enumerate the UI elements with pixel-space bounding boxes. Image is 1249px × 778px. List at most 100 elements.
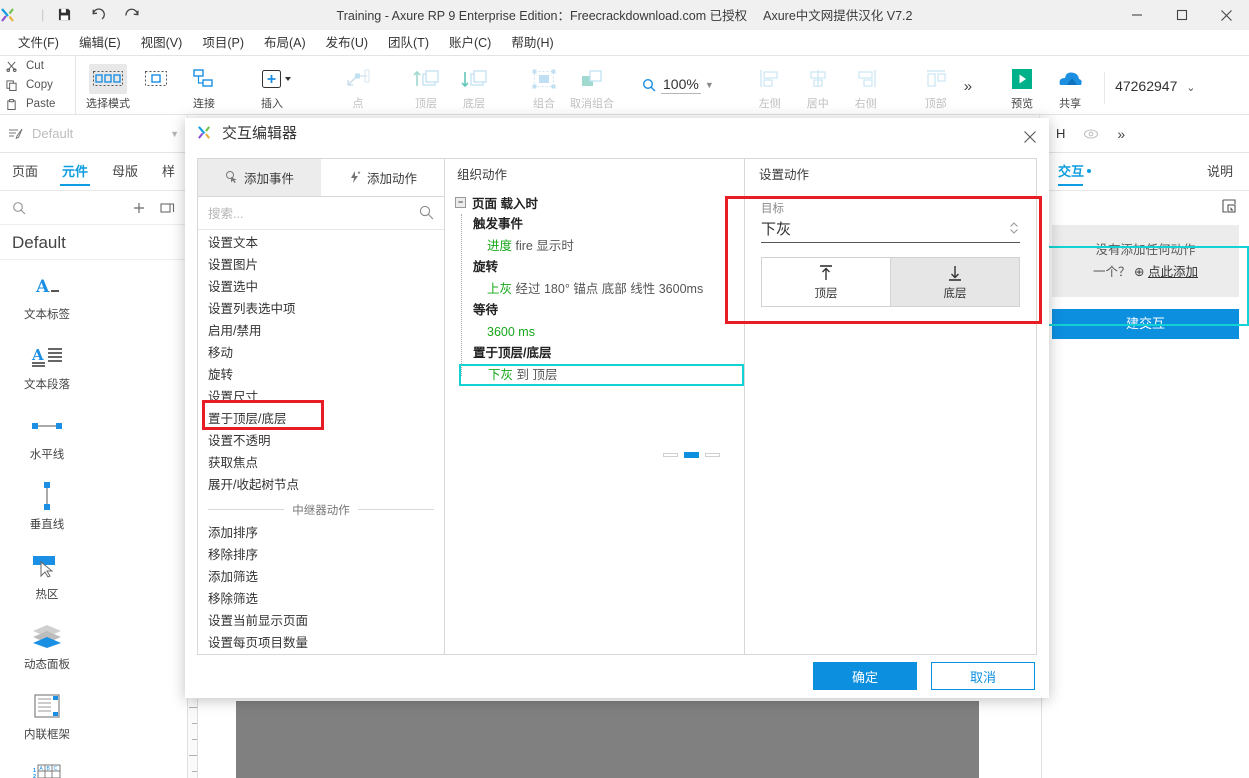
widget-search-row[interactable] bbox=[0, 191, 187, 225]
tab-add-event[interactable]: 添加事件 bbox=[198, 158, 321, 196]
group-button[interactable]: 组合 bbox=[520, 62, 568, 111]
widget-text-label[interactable]: A 文本标签 bbox=[0, 260, 94, 330]
align-top-button[interactable]: 顶部 bbox=[912, 62, 960, 111]
account-button[interactable]: 47262947 ⌄ bbox=[1115, 62, 1195, 94]
repeater-action-item[interactable]: 设置当前显示页面 bbox=[198, 610, 444, 632]
insert-button[interactable]: 插入 bbox=[250, 62, 306, 111]
align-left-button[interactable]: 左侧 bbox=[746, 62, 794, 111]
repeater-action-item[interactable]: 移除筛选 bbox=[198, 588, 444, 610]
widget-horizontal-line[interactable]: 水平线 bbox=[0, 400, 94, 470]
action-item[interactable]: 旋转 bbox=[198, 364, 444, 386]
widget-hotspot[interactable]: 热区 bbox=[0, 540, 94, 610]
tree-node[interactable]: 3600 ms bbox=[473, 321, 744, 343]
chevron-down-icon[interactable]: ▼ bbox=[705, 80, 714, 90]
menu-team[interactable]: 团队(T) bbox=[378, 30, 439, 56]
action-item[interactable]: 设置文本 bbox=[198, 232, 444, 254]
menu-project[interactable]: 项目(P) bbox=[192, 30, 254, 56]
cancel-button[interactable]: 取消 bbox=[931, 662, 1035, 691]
menu-account[interactable]: 账户(C) bbox=[439, 30, 501, 56]
action-item[interactable]: 设置尺寸 bbox=[198, 386, 444, 408]
library-options-icon[interactable] bbox=[160, 201, 175, 215]
repeater-action-item[interactable]: 设置每页项目数量 bbox=[198, 632, 444, 654]
canvas-page[interactable] bbox=[236, 701, 979, 778]
action-item[interactable]: 移动 bbox=[198, 342, 444, 364]
zoom-value[interactable]: 100% bbox=[661, 76, 701, 94]
ungroup-button[interactable]: 取消组合 bbox=[568, 62, 616, 111]
tab-notes[interactable]: 说明 bbox=[1207, 153, 1233, 191]
redo-icon[interactable] bbox=[115, 1, 149, 29]
zoom-control[interactable]: 100% ▼ bbox=[642, 62, 714, 94]
action-item[interactable]: 设置列表选中项 bbox=[198, 298, 444, 320]
ok-button[interactable]: 确定 bbox=[813, 662, 917, 691]
sidebar-tab-styles[interactable]: 样 bbox=[150, 153, 187, 191]
tree-pager[interactable] bbox=[663, 451, 720, 458]
toolbar-overflow-button[interactable]: » bbox=[960, 62, 976, 95]
connect-button[interactable]: 连接 bbox=[180, 62, 228, 111]
target-select[interactable]: 下灰 bbox=[761, 218, 1020, 243]
repeater-action-item[interactable]: 添加筛选 bbox=[198, 566, 444, 588]
save-icon[interactable] bbox=[47, 1, 81, 29]
menu-file[interactable]: 文件(F) bbox=[8, 30, 69, 56]
selection-target-icon[interactable] bbox=[1221, 198, 1237, 214]
action-item[interactable]: 获取焦点 bbox=[198, 452, 444, 474]
tree-node[interactable]: 进度 fire 显示时 bbox=[473, 235, 744, 257]
tab-add-action[interactable]: 添加动作 bbox=[321, 159, 444, 196]
action-item[interactable]: 设置不透明 bbox=[198, 430, 444, 452]
stepper-icon[interactable] bbox=[1008, 220, 1020, 236]
add-library-icon[interactable] bbox=[132, 201, 146, 215]
tab-interactions[interactable]: 交互 bbox=[1058, 153, 1092, 191]
action-search-row[interactable]: 搜索... bbox=[198, 197, 444, 230]
select-mode-alt-button[interactable] bbox=[132, 62, 180, 107]
minimize-icon[interactable] bbox=[1114, 0, 1159, 30]
bring-front-button[interactable]: 顶层 bbox=[402, 62, 450, 111]
pager-dot[interactable] bbox=[663, 452, 678, 457]
collapse-icon[interactable]: − bbox=[455, 197, 466, 209]
widget-inline-frame[interactable]: 内联框架 bbox=[0, 680, 94, 750]
menu-help[interactable]: 帮助(H) bbox=[501, 30, 563, 56]
stylebar-overflow-button[interactable]: » bbox=[1117, 126, 1125, 142]
style-selector[interactable]: Default ▼ bbox=[0, 114, 188, 153]
menu-layout[interactable]: 布局(A) bbox=[254, 30, 316, 56]
copy-button[interactable]: Copy bbox=[6, 76, 75, 95]
widget-vertical-line[interactable]: 垂直线 bbox=[0, 470, 94, 540]
action-item[interactable]: 启用/禁用 bbox=[198, 320, 444, 342]
action-item-bring-to-front-back[interactable]: 置于顶层/底层 bbox=[198, 408, 444, 430]
widget-repeater[interactable]: ABC 123 中继器 bbox=[0, 750, 94, 778]
action-item[interactable]: 设置选中 bbox=[198, 276, 444, 298]
widget-dynamic-panel[interactable]: 动态面板 bbox=[0, 610, 94, 680]
sidebar-tab-pages[interactable]: 页面 bbox=[0, 153, 50, 191]
tree-node[interactable]: 上灰 经过 180° 锚点 底部 线性 3600ms bbox=[473, 278, 744, 300]
repeater-action-item[interactable]: 添加排序 bbox=[198, 522, 444, 544]
select-mode-button[interactable]: 选择模式 bbox=[84, 62, 132, 111]
repeater-action-item[interactable]: 移除排序 bbox=[198, 544, 444, 566]
dialog-close-icon[interactable] bbox=[1019, 126, 1041, 148]
eye-icon[interactable] bbox=[1083, 128, 1099, 140]
send-back-button[interactable]: 底层 bbox=[450, 62, 498, 111]
sidebar-tab-widgets[interactable]: 元件 bbox=[50, 153, 100, 191]
undo-icon[interactable] bbox=[81, 1, 115, 29]
pager-dot[interactable] bbox=[705, 452, 720, 457]
pager-dot-active[interactable] bbox=[684, 451, 699, 458]
cut-button[interactable]: Cut bbox=[6, 57, 75, 76]
send-to-back-option[interactable]: 底层 bbox=[890, 257, 1019, 306]
tree-node-selected[interactable]: 下灰 到 顶层 bbox=[459, 363, 744, 386]
share-button[interactable]: 共享 bbox=[1046, 62, 1094, 111]
align-right-button[interactable]: 右侧 bbox=[842, 62, 890, 111]
add-interaction-link[interactable]: 点此添加 bbox=[1148, 265, 1198, 279]
paste-button[interactable]: Paste bbox=[6, 95, 75, 114]
tree-root-node[interactable]: − 页面 载入时 bbox=[447, 192, 744, 214]
close-icon[interactable] bbox=[1204, 0, 1249, 30]
new-interaction-button[interactable]: 建交互 bbox=[1052, 309, 1239, 339]
search-icon[interactable] bbox=[12, 201, 26, 215]
preview-button[interactable]: 预览 bbox=[998, 62, 1046, 111]
action-item[interactable]: 展开/收起树节点 bbox=[198, 474, 444, 496]
widget-text-paragraph[interactable]: A 文本段落 bbox=[0, 330, 94, 400]
chevron-down-icon[interactable]: ▼ bbox=[170, 129, 179, 139]
search-icon[interactable] bbox=[419, 205, 434, 220]
chevron-down-icon[interactable]: ⌄ bbox=[1186, 82, 1195, 94]
bring-to-front-option[interactable]: 顶层 bbox=[762, 258, 890, 306]
menu-edit[interactable]: 编辑(E) bbox=[69, 30, 131, 56]
bold-button[interactable]: H bbox=[1056, 126, 1065, 141]
menu-view[interactable]: 视图(V) bbox=[131, 30, 193, 56]
action-item[interactable]: 设置图片 bbox=[198, 254, 444, 276]
